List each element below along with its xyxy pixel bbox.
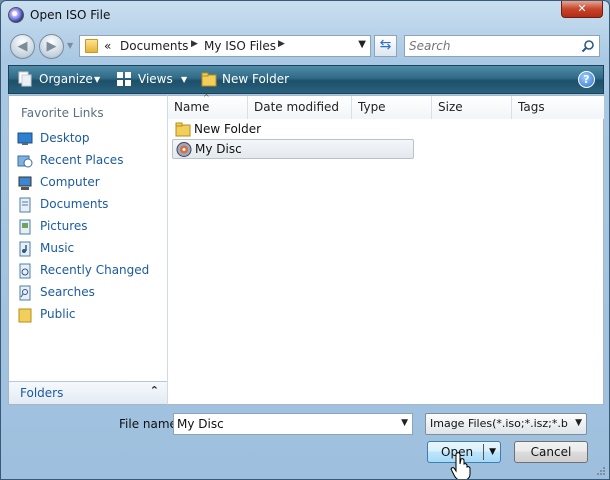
column-header-label: Type <box>358 100 386 114</box>
computer-icon <box>18 176 32 190</box>
column-header-label: Name <box>174 100 210 114</box>
breadcrumb-documents[interactable]: Documents <box>120 39 188 53</box>
column-header-name[interactable]: ^ Name <box>168 93 248 119</box>
column-header-label: Tags <box>518 100 545 114</box>
sort-ascending-icon: ^ <box>203 93 210 102</box>
sidebar-item-searches[interactable]: Searches <box>15 284 163 302</box>
recently-changed-icon <box>19 263 31 279</box>
search-input[interactable] <box>409 38 575 54</box>
chevron-down-icon[interactable]: ▼ <box>575 418 582 428</box>
file-type-filter-select[interactable]: Image Files(*.iso;*.isz;*.bin;*.c ▼ <box>425 413 587 435</box>
sidebar-item-label: Searches <box>40 285 95 299</box>
navigation-pane: Favorite Links Desktop Recent Places Com… <box>8 95 168 405</box>
file-name: New Folder <box>194 122 262 136</box>
favorite-links-heading: Favorite Links <box>21 106 104 120</box>
sidebar-item-label: Pictures <box>40 219 88 233</box>
search-icon[interactable] <box>581 39 595 53</box>
file-name-label: File name: <box>119 417 181 431</box>
file-type-filter-value: Image Files(*.iso;*.isz;*.bin;*.c <box>430 417 568 430</box>
recent-places-icon <box>17 155 33 168</box>
file-name: My Disc <box>195 142 242 156</box>
address-bar[interactable]: « Documents ▶ My ISO Files ▶ ▼ <box>79 35 371 57</box>
window-title: Open ISO File <box>30 8 111 22</box>
split-divider <box>483 444 484 460</box>
breadcrumb-chevron-icon[interactable]: ▶ <box>278 39 285 49</box>
back-arrow-icon: ◀ <box>17 39 28 54</box>
back-button[interactable]: ◀ <box>10 34 35 59</box>
cancel-button[interactable]: Cancel <box>514 441 588 463</box>
organize-dropdown-icon[interactable]: ▼ <box>94 75 100 84</box>
refresh-button[interactable]: ⇆ <box>374 35 397 57</box>
help-icon[interactable]: ? <box>578 71 595 88</box>
column-header-size[interactable]: Size <box>432 96 512 119</box>
folder-icon <box>85 39 98 53</box>
search-box[interactable] <box>404 35 600 57</box>
sidebar-item-pictures[interactable]: Pictures <box>15 218 163 236</box>
new-folder-button[interactable]: New Folder <box>222 72 289 86</box>
sidebar-item-label: Documents <box>40 197 109 211</box>
views-icon[interactable] <box>116 71 132 87</box>
sidebar-item-label: Recently Changed <box>40 263 150 277</box>
column-header-tags[interactable]: Tags <box>512 96 604 119</box>
sidebar-item-label: Recent Places <box>40 153 124 167</box>
sidebar-item-recent-places[interactable]: Recent Places <box>15 152 163 170</box>
disc-image-icon <box>176 142 192 157</box>
documents-icon <box>19 197 31 213</box>
folders-toggle[interactable]: Folders ⌃ <box>9 381 167 404</box>
open-options-dropdown-icon[interactable]: ▼ <box>489 442 496 462</box>
forward-button[interactable]: ▶ <box>39 34 64 59</box>
views-button[interactable]: Views <box>138 72 173 86</box>
music-icon <box>19 241 31 257</box>
pictures-icon <box>19 219 31 235</box>
address-dropdown-icon[interactable]: ▼ <box>358 39 366 50</box>
recent-pages-dropdown-icon[interactable]: ▼ <box>67 41 77 51</box>
sidebar-item-music[interactable]: Music <box>15 240 163 258</box>
sidebar-item-label: Desktop <box>40 131 90 145</box>
hand-pointer-cursor-icon <box>450 452 471 479</box>
sidebar-item-computer[interactable]: Computer <box>15 174 163 192</box>
desktop-icon <box>17 132 33 145</box>
sidebar-item-documents[interactable]: Documents <box>15 196 163 214</box>
address-row: ◀ ▶ ▼ « Documents ▶ My ISO Files ▶ ▼ ⇆ <box>1 29 609 63</box>
forward-arrow-icon: ▶ <box>46 39 57 54</box>
public-folder-icon <box>18 308 32 323</box>
file-name-input[interactable] <box>177 416 387 432</box>
folders-label: Folders <box>20 386 64 400</box>
sidebar-item-public[interactable]: Public <box>15 306 163 324</box>
close-button[interactable]: ✕ <box>561 1 603 18</box>
sidebar-item-desktop[interactable]: Desktop <box>15 130 163 148</box>
sidebar-item-label: Music <box>40 241 75 255</box>
sidebar-item-label: Public <box>40 307 76 321</box>
refresh-icon: ⇆ <box>379 37 392 53</box>
views-dropdown-icon[interactable]: ▼ <box>181 75 187 84</box>
sidebar-item-recently-changed[interactable]: Recently Changed <box>15 262 163 280</box>
file-row-my-disc[interactable]: My Disc <box>172 139 414 159</box>
breadcrumb-overflow[interactable]: « <box>104 39 111 53</box>
folder-icon <box>175 122 191 137</box>
column-header-label: Size <box>438 100 463 114</box>
chevron-down-icon[interactable]: ▼ <box>401 418 408 428</box>
file-list-pane: ^ Name Date modified Type Size Tags New … <box>168 93 604 405</box>
command-toolbar: Organize ▼ Views ▼ New Folder ? <box>8 65 604 94</box>
resize-grip-icon[interactable] <box>596 466 606 476</box>
file-row-new-folder[interactable]: New Folder <box>172 120 414 140</box>
organize-icon[interactable] <box>17 71 33 87</box>
sidebar-item-label: Computer <box>40 175 100 189</box>
open-file-dialog: Open ISO File ✕ ◀ ▶ ▼ « Documents ▶ My I… <box>0 0 610 480</box>
chevron-up-icon[interactable]: ⌃ <box>150 384 159 397</box>
breadcrumb-my-iso-files[interactable]: My ISO Files <box>204 39 276 53</box>
organize-button[interactable]: Organize <box>39 72 93 86</box>
column-header-type[interactable]: Type <box>352 96 432 119</box>
column-header-label: Date modified <box>254 100 340 114</box>
new-folder-icon[interactable] <box>201 71 217 87</box>
file-name-combobox[interactable]: ▼ <box>173 413 413 435</box>
title-bar[interactable]: Open ISO File ✕ <box>1 1 609 29</box>
column-header-date-modified[interactable]: Date modified <box>248 96 352 119</box>
breadcrumb-chevron-icon[interactable]: ▶ <box>191 39 198 49</box>
searches-icon <box>19 285 31 301</box>
app-disc-icon <box>8 7 24 23</box>
